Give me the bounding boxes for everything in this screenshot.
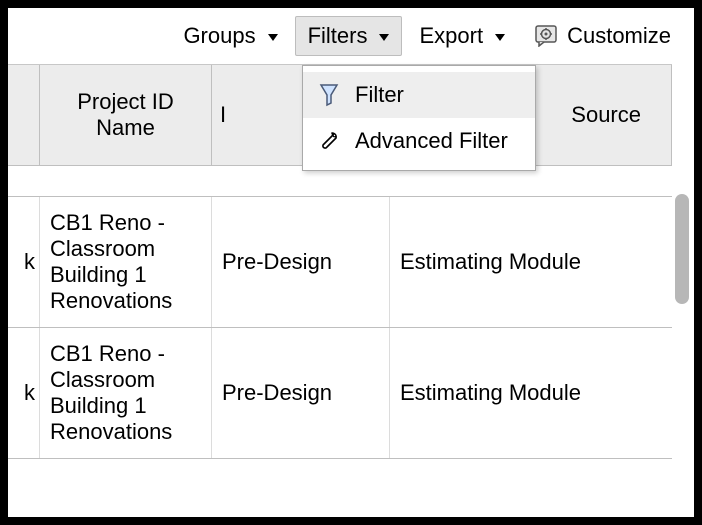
column-header-label: Source [571, 102, 641, 128]
table-row[interactable]: k CB1 Reno - Classroom Building 1 Renova… [8, 328, 672, 459]
menu-item-filter[interactable]: Filter [303, 72, 535, 118]
wrench-icon [317, 130, 341, 152]
cell: Pre-Design [212, 197, 390, 327]
cell: Pre-Design [212, 328, 390, 458]
gear-icon [535, 25, 557, 47]
menu-item-advanced-filter[interactable]: Advanced Filter [303, 118, 535, 164]
cell-project-name: CB1 Reno - Classroom Building 1 Renovati… [40, 328, 212, 458]
cell: k [8, 328, 40, 458]
vertical-scrollbar[interactable] [672, 194, 694, 517]
chevron-down-icon [379, 34, 389, 41]
export-button[interactable]: Export [406, 16, 518, 56]
menu-item-label: Filter [355, 82, 404, 108]
funnel-icon [317, 83, 341, 107]
cell-source: Estimating Module [390, 328, 672, 458]
toolbar: Groups Filters Export [8, 8, 694, 64]
column-header-project-id-name[interactable]: Project ID Name [40, 65, 212, 165]
cell: k [8, 197, 40, 327]
column-header[interactable] [8, 65, 40, 165]
chevron-down-icon [268, 34, 278, 41]
filters-button[interactable]: Filters [295, 16, 403, 56]
scroll-thumb[interactable] [675, 194, 689, 304]
table-row[interactable]: k CB1 Reno - Classroom Building 1 Renova… [8, 197, 672, 328]
column-header-label: Project ID Name [48, 89, 203, 141]
customize-label: Customize [567, 23, 671, 49]
filters-label: Filters [308, 23, 368, 49]
filters-dropdown: Filter Advanced Filter [302, 65, 536, 171]
groups-label: Groups [183, 23, 255, 49]
menu-item-label: Advanced Filter [355, 128, 508, 154]
column-header-label: I [220, 102, 226, 128]
chevron-down-icon [495, 34, 505, 41]
cell-source: Estimating Module [390, 197, 672, 327]
export-label: Export [419, 23, 483, 49]
customize-button[interactable]: Customize [522, 16, 684, 56]
cell-project-name: CB1 Reno - Classroom Building 1 Renovati… [40, 197, 212, 327]
groups-button[interactable]: Groups [170, 16, 290, 56]
